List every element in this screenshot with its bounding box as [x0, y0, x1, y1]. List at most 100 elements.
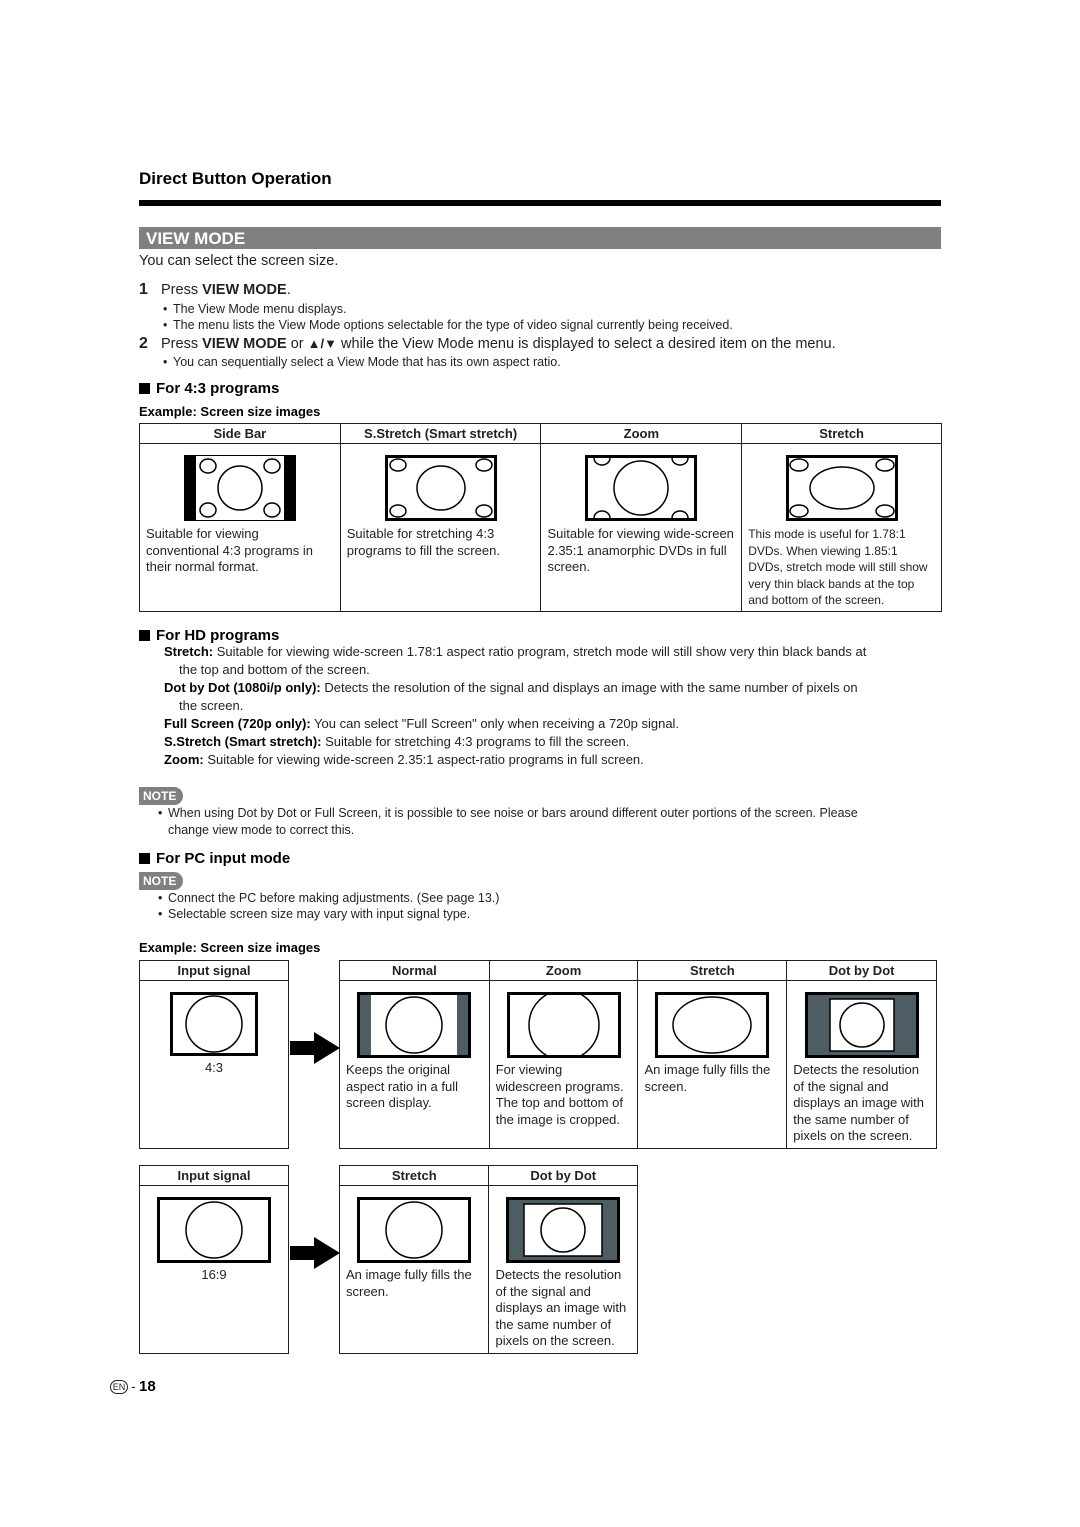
table-cell: Suitable for stretching 4:3 programs to …: [339, 443, 542, 612]
input-169-screen-icon: [157, 1197, 271, 1263]
example-label: Example: Screen size images: [139, 404, 321, 419]
column-header: Input signal: [139, 960, 289, 981]
output-mode-table-169: Stretch Dot by Dot An image fully fills …: [338, 1165, 638, 1354]
right-arrow-icon: [290, 1237, 340, 1269]
stretch-screen-icon: [357, 1197, 472, 1263]
step-number: 2: [139, 335, 148, 352]
mode-description: Detects the resolution of the signal and…: [793, 1062, 925, 1143]
language-badge: EN: [110, 1380, 128, 1394]
column-header: Side Bar: [139, 423, 341, 444]
mode-label: Zoom:: [164, 752, 204, 767]
table-cell: Suitable for viewing conventional 4:3 pr…: [139, 443, 341, 612]
output-mode-table-43: Normal Zoom Stretch Dot by Dot Keeps the…: [339, 960, 937, 1149]
note-bullet: When using Dot by Dot or Full Screen, it…: [158, 806, 938, 820]
example-label: Example: Screen size images: [139, 940, 321, 955]
hd-mode-item-cont: the screen.: [179, 698, 244, 713]
dot-by-dot-screen-icon: [804, 992, 919, 1058]
column-header: Stretch: [338, 1165, 490, 1186]
mode-text: Suitable for stretching 4:3 programs to …: [321, 734, 630, 749]
column-header: Normal: [339, 960, 490, 981]
input-signal-table-169: Input signal 16:9: [139, 1165, 289, 1354]
hd-mode-item-cont: the top and bottom of the screen.: [179, 662, 370, 677]
mode-description: Suitable for viewing conventional 4:3 pr…: [146, 526, 313, 574]
for-43-heading: For 4:3 programs: [139, 380, 279, 397]
mode-label: S.Stretch (Smart stretch):: [164, 734, 322, 749]
table-cell: For viewing widescreen programs. The top…: [488, 980, 639, 1149]
stretch-screen-icon: [655, 992, 770, 1058]
note-badge: NOTE: [139, 872, 183, 890]
mode-description: For viewing widescreen programs. The top…: [495, 1062, 624, 1127]
section-divider: [139, 200, 941, 206]
step-text: or: [286, 336, 308, 352]
for-pc-heading: For PC input mode: [139, 850, 290, 867]
mode-description: An image fully fills the screen.: [644, 1062, 771, 1094]
step-text: .: [286, 282, 291, 298]
page-separator: -: [131, 1378, 136, 1394]
aspect-ratio-label: 16:9: [201, 1267, 227, 1282]
button-name: VIEW MODE: [202, 336, 287, 352]
mode-label: Dot by Dot (1080i/p only):: [164, 680, 321, 695]
mode-description: Keeps the original aspect ratio in a ful…: [346, 1062, 459, 1110]
column-header: Dot by Dot: [488, 1165, 638, 1186]
side-bar-screen-icon: [183, 455, 296, 521]
hd-mode-list: Stretch: Suitable for viewing wide-scree…: [164, 643, 944, 769]
hd-mode-item: Dot by Dot (1080i/p only): Detects the r…: [164, 679, 944, 697]
bullet-item: You can sequentially select a View Mode …: [163, 355, 561, 369]
mode-text: You can select "Full Screen" only when r…: [310, 716, 680, 731]
table-cell: An image fully fills the screen.: [637, 980, 788, 1149]
table-cell: Detects the resolution of the signal and…: [488, 1185, 638, 1354]
column-header: Zoom: [540, 423, 743, 444]
section-title: Direct Button Operation: [139, 169, 332, 188]
mode-description: Detects the resolution of the signal and…: [495, 1267, 627, 1348]
right-arrow-icon: [290, 1032, 340, 1064]
hd-mode-item: Stretch: Suitable for viewing wide-scree…: [164, 643, 944, 661]
mode-description: An image fully fills the screen.: [346, 1267, 472, 1299]
mode-label: Stretch:: [164, 644, 214, 659]
intro-text: You can select the screen size.: [139, 253, 339, 269]
button-name: VIEW MODE: [202, 282, 287, 298]
up-down-arrows-icon: ▲/▼: [307, 336, 337, 351]
hd-mode-item: S.Stretch (Smart stretch): Suitable for …: [164, 733, 944, 751]
aspect-ratio-label: 4:3: [204, 1060, 224, 1075]
table-cell: 4:3: [139, 980, 289, 1149]
hd-mode-item: Full Screen (720p only): You can select …: [164, 715, 944, 733]
hd-mode-item: Zoom: Suitable for viewing wide-screen 2…: [164, 751, 944, 769]
mode-text: Suitable for viewing wide-screen 2.35:1 …: [203, 752, 644, 767]
step-text: Press: [161, 282, 203, 298]
stretch-screen-icon: [785, 455, 898, 521]
column-header: Dot by Dot: [786, 960, 937, 981]
view-mode-heading: VIEW MODE: [139, 227, 941, 249]
normal-screen-icon: [357, 992, 472, 1058]
smart-stretch-screen-icon: [384, 455, 497, 521]
mode-description: Suitable for viewing wide-screen 2.35:1 …: [547, 526, 734, 574]
bullet-item: The menu lists the View Mode options sel…: [163, 318, 733, 332]
step-2: 2 Press VIEW MODE or ▲/▼ while the View M…: [139, 335, 836, 353]
mode-description: This mode is useful for 1.78:1 DVDs. Whe…: [748, 527, 928, 607]
for-hd-heading: For HD programs: [139, 627, 279, 644]
step-text: while the View Mode menu is displayed to…: [337, 336, 836, 352]
mode-text: Suitable for viewing wide-screen 1.78:1 …: [213, 644, 867, 659]
note-bullet-cont: change view mode to correct this.: [168, 823, 355, 837]
page-number: 18: [139, 1378, 156, 1395]
column-header: Input signal: [139, 1165, 289, 1186]
table-cell: This mode is useful for 1.78:1 DVDs. Whe…: [741, 443, 942, 612]
input-signal-table-43: Input signal 4:3: [139, 960, 289, 1149]
column-header: Zoom: [488, 960, 639, 981]
input-43-screen-icon: [170, 992, 258, 1056]
step-number: 1: [139, 281, 148, 298]
dot-by-dot-screen-icon: [506, 1197, 621, 1263]
table-cell: An image fully fills the screen.: [338, 1185, 490, 1354]
table-cell: 16:9: [139, 1185, 289, 1354]
step-text: Press: [161, 336, 203, 352]
step-1: 1 Press VIEW MODE.: [139, 281, 291, 299]
table-cell: Suitable for viewing wide-screen 2.35:1 …: [540, 443, 743, 612]
note-badge: NOTE: [139, 787, 183, 805]
bullet-item: The View Mode menu displays.: [163, 302, 346, 316]
column-header: Stretch: [741, 423, 942, 444]
column-header: Stretch: [637, 960, 788, 981]
table-cell: Detects the resolution of the signal and…: [786, 980, 937, 1149]
screen-size-table-43: Side Bar S.Stretch (Smart stretch) Zoom …: [139, 423, 942, 612]
mode-text: Detects the resolution of the signal and…: [320, 680, 858, 695]
column-header: S.Stretch (Smart stretch): [339, 423, 542, 444]
note-bullet: Connect the PC before making adjustments…: [158, 891, 499, 905]
